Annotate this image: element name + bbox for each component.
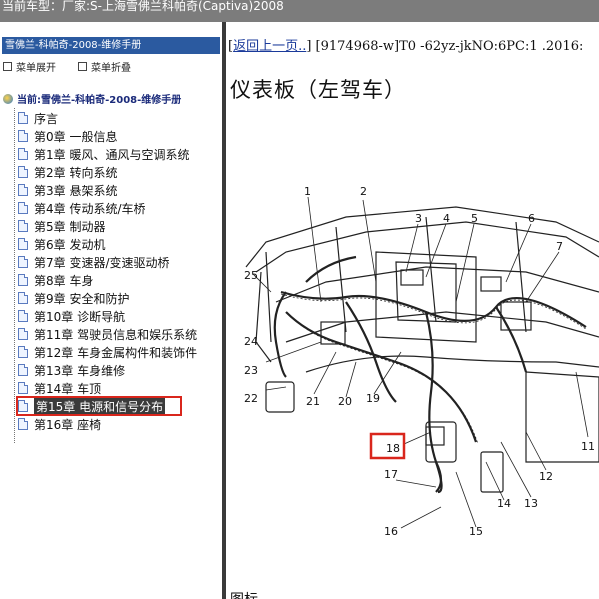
figure-caption: 图标 xyxy=(230,589,258,599)
tree-item-ch3[interactable]: 第3章 悬架系统 xyxy=(18,182,117,198)
tree-item-ch15[interactable]: 第15章 电源和信号分布 xyxy=(16,396,182,416)
callout-19: 19 xyxy=(366,392,380,405)
document-icon xyxy=(18,328,28,340)
document-icon xyxy=(18,274,28,286)
vehicle-line-text: 当前车型：厂家:S-上海雪佛兰科帕奇(Captiva)2008 xyxy=(2,0,284,13)
callout-12: 12 xyxy=(539,470,553,483)
content-pane: [返回上一页..] [9174968-w]T0 -62yz-jkNO:6PC:1… xyxy=(226,22,599,599)
tree-root-label: 当前:雪佛兰-科帕奇-2008-维修手册 xyxy=(17,95,182,106)
doc-info: ] [9174968-w]T0 -62yz-jkNO:6PC:1 .2016: xyxy=(306,39,584,54)
callout-23: 23 xyxy=(244,364,258,377)
document-icon xyxy=(18,418,28,430)
callout-6: 6 xyxy=(528,212,535,225)
menu-expand-label: 菜单展开 xyxy=(16,63,56,74)
page-title: 仪表板（左驾车） xyxy=(230,78,406,102)
document-icon xyxy=(18,202,28,214)
vehicle-header-bar: 当前车型：厂家:S-上海雪佛兰科帕奇(Captiva)2008 xyxy=(0,0,599,22)
menu-collapse-button[interactable]: 菜单折叠 xyxy=(78,59,131,74)
callout-4: 4 xyxy=(443,212,450,225)
callout-17: 17 xyxy=(384,468,398,481)
document-icon xyxy=(18,256,28,268)
tree-item-ch13[interactable]: 第13章 车身维修 xyxy=(18,362,125,378)
document-icon xyxy=(18,220,28,232)
tree-item-ch12[interactable]: 第12章 车身金属构件和装饰件 xyxy=(18,344,197,360)
dashboard-diagram: 1 2 3 4 5 6 7 11 12 13 14 15 16 17 18 19… xyxy=(244,185,599,538)
tree-item-ch0[interactable]: 第0章 一般信息 xyxy=(18,128,117,144)
callout-25: 25 xyxy=(244,269,258,282)
document-icon xyxy=(18,238,28,250)
document-icon xyxy=(18,364,28,376)
doc-header-line: [返回上一页..] [9174968-w]T0 -62yz-jkNO:6PC:1… xyxy=(228,35,583,54)
tree-item-ch16[interactable]: 第16章 座椅 xyxy=(18,416,101,432)
sidebar: 雪佛兰-科帕奇-2008-维修手册 菜单展开 菜单折叠 当前:雪佛兰-科帕奇-2… xyxy=(0,22,223,599)
callout-24: 24 xyxy=(244,335,258,348)
callout-11: 11 xyxy=(581,440,595,453)
document-icon xyxy=(18,148,28,160)
tree-item-ch5[interactable]: 第5章 制动器 xyxy=(18,218,105,234)
callout-21: 21 xyxy=(306,395,320,408)
document-icon xyxy=(18,130,28,142)
tree-item-ch10[interactable]: 第10章 诊断导航 xyxy=(18,308,125,324)
callout-2: 2 xyxy=(360,185,367,198)
tree-item-ch6[interactable]: 第6章 发动机 xyxy=(18,236,105,252)
document-icon xyxy=(18,112,28,124)
tree-item-preface[interactable]: 序言 xyxy=(18,110,58,126)
tree-item-ch4[interactable]: 第4章 传动系统/车桥 xyxy=(18,200,146,216)
document-icon xyxy=(18,310,28,322)
document-icon xyxy=(18,292,28,304)
callout-15: 15 xyxy=(469,525,483,538)
collapse-icon xyxy=(78,62,87,71)
callout-14: 14 xyxy=(497,497,511,510)
document-icon xyxy=(18,400,28,412)
callout-3: 3 xyxy=(415,212,422,225)
callout-1: 1 xyxy=(304,185,311,198)
callout-16: 16 xyxy=(384,525,398,538)
tree-item-ch9[interactable]: 第9章 安全和防护 xyxy=(18,290,129,306)
document-icon xyxy=(18,382,28,394)
menu-expand-button[interactable]: 菜单展开 xyxy=(3,59,56,74)
tree-item-ch11[interactable]: 第11章 驾驶员信息和娱乐系统 xyxy=(18,326,197,342)
sidebar-title: 雪佛兰-科帕奇-2008-维修手册 xyxy=(2,37,220,54)
document-icon xyxy=(18,166,28,178)
callout-18: 18 xyxy=(386,442,400,455)
tree-item-ch1[interactable]: 第1章 暖风、通风与空调系统 xyxy=(18,146,189,162)
tree-item-ch2[interactable]: 第2章 转向系统 xyxy=(18,164,117,180)
callout-13: 13 xyxy=(524,497,538,510)
globe-icon xyxy=(3,93,13,104)
menu-collapse-label: 菜单折叠 xyxy=(91,63,131,74)
callout-20: 20 xyxy=(338,395,352,408)
tree-item-ch7[interactable]: 第7章 变速器/变速驱动桥 xyxy=(18,254,170,270)
tree-root[interactable]: 当前:雪佛兰-科帕奇-2008-维修手册 xyxy=(3,91,181,106)
document-icon xyxy=(18,184,28,196)
back-link[interactable]: 返回上一页.. xyxy=(233,39,306,54)
document-icon xyxy=(18,346,28,358)
callout-22: 22 xyxy=(244,392,258,405)
tree-item-ch14[interactable]: 第14章 车顶 xyxy=(18,380,101,396)
tree-item-ch8[interactable]: 第8章 车身 xyxy=(18,272,93,288)
callout-5: 5 xyxy=(471,212,478,225)
tree-connector-line xyxy=(14,108,16,443)
expand-icon xyxy=(3,62,12,71)
callout-7: 7 xyxy=(556,240,563,253)
